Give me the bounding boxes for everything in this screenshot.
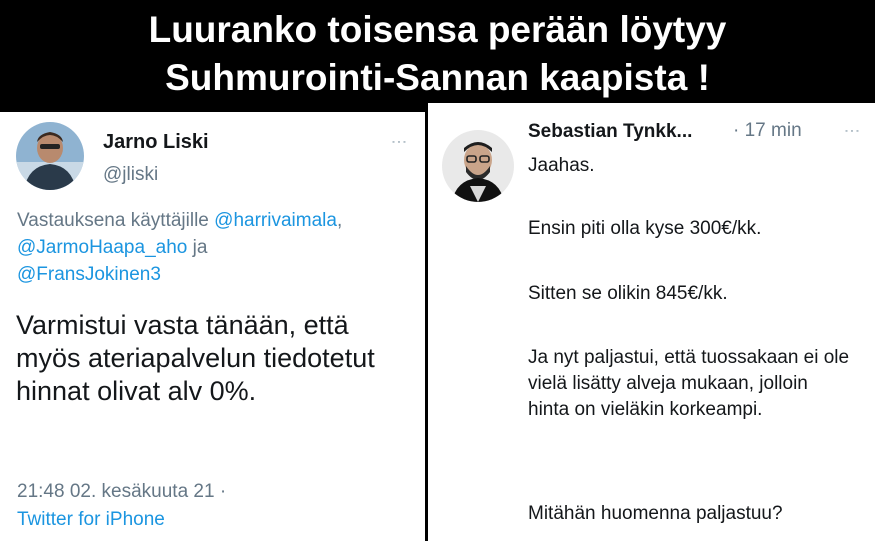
tweet-card-left: Jarno Liski @jliski ⋮ Vastauksena käyttä… <box>0 112 425 541</box>
post-paragraph: Ensin piti olla kyse 300€/kk. <box>528 218 762 239</box>
headline-line-1: Luuranko toisensa perään löytyy <box>148 9 727 50</box>
tweet-text: Varmistui vasta tänään, että myös ateria… <box>16 310 375 406</box>
avatar-photo <box>442 130 514 202</box>
tweet-source-link[interactable]: Twitter for iPhone <box>17 509 165 531</box>
post-card-right: Sebastian Tynkk... · 17 min ⋮ Jaahas. En… <box>428 103 875 541</box>
avatar-photo <box>16 122 84 190</box>
author-handle[interactable]: @jliski <box>103 164 158 186</box>
post-paragraph: Ja nyt paljastui, että tuossakaan ei ole… <box>528 347 850 420</box>
author-name[interactable]: Sebastian Tynkk... <box>528 121 692 143</box>
avatar-jarno[interactable] <box>16 122 84 190</box>
avatar-sebastian[interactable] <box>442 130 514 202</box>
more-options-icon[interactable]: ⋮ <box>842 123 861 139</box>
author-name[interactable]: Jarno Liski <box>103 131 209 154</box>
headline-banner: Luuranko toisensa perään löytyy Suhmuroi… <box>0 0 875 112</box>
reply-context: Vastauksena käyttäjille @harrivaimala, @… <box>17 207 412 288</box>
mention-link[interactable]: @harrivaimala <box>214 210 337 231</box>
tweet-timestamp[interactable]: 21:48 02. kesäkuuta 21 · <box>17 481 226 503</box>
post-paragraph: Sitten se olikin 845€/kk. <box>528 283 728 304</box>
post-paragraph: Jaahas. <box>528 155 595 176</box>
post-paragraph: Mitähän huomenna paljastuu? <box>528 503 783 524</box>
reply-separator: , <box>336 210 343 231</box>
reply-prefix: Vastauksena käyttäjille <box>17 210 215 231</box>
post-time[interactable]: · 17 min <box>733 120 802 142</box>
mention-link[interactable]: @FransJokinen3 <box>17 264 161 285</box>
mention-link[interactable]: @JarmoHaapa_aho <box>17 237 187 258</box>
more-options-icon[interactable]: ⋮ <box>389 134 408 150</box>
reply-separator: ja <box>187 237 208 258</box>
headline-line-2: Suhmurointi-Sannan kaapista ! <box>165 57 710 98</box>
